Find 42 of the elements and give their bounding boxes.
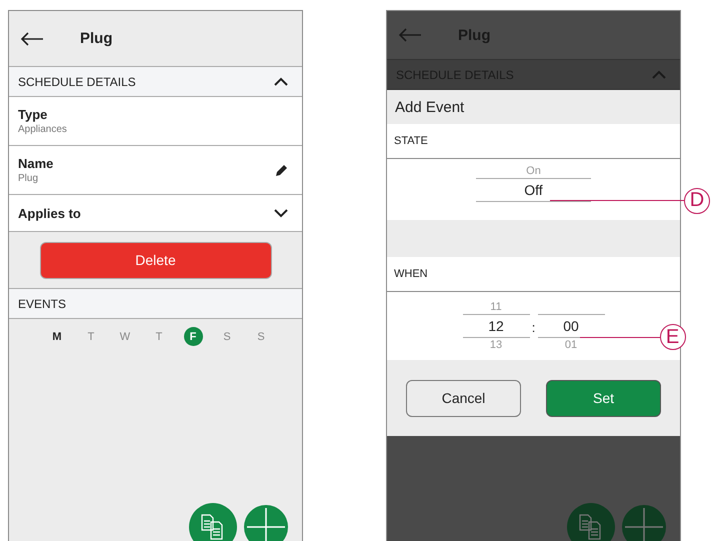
field-label: Applies to [18, 206, 81, 220]
detail-row[interactable]: Type Appliances [9, 97, 302, 146]
plus-icon [625, 508, 663, 541]
section-bar[interactable]: SCHEDULE DETAILS [9, 67, 302, 97]
weekday[interactable]: W [116, 327, 134, 346]
chevron-up-icon[interactable] [274, 77, 288, 86]
time-separator: : [530, 318, 536, 334]
picker-option[interactable]: 11 [490, 300, 502, 314]
callout-marker: E [660, 324, 686, 350]
field-label: WHEN [394, 268, 428, 280]
field-value: Plug [18, 173, 40, 184]
picker-selection[interactable]: 12 [462, 314, 530, 338]
field-label: STATE [394, 135, 428, 147]
weekday[interactable]: M [48, 327, 66, 346]
dialog-title: Add Event [395, 98, 464, 116]
copy-button[interactable] [189, 503, 237, 541]
weekday[interactable]: T [82, 327, 100, 346]
field-label: Type [18, 107, 48, 122]
add-button[interactable] [244, 505, 288, 541]
detail-row[interactable]: Applies to [9, 195, 302, 232]
screen-title: Plug [80, 30, 112, 47]
picker-option[interactable]: 13 [490, 338, 502, 352]
callout-marker: D [684, 188, 710, 214]
weekday[interactable]: S [252, 327, 270, 346]
detail-row[interactable]: Name Plug [9, 146, 302, 195]
section-title: EVENTS [18, 296, 66, 310]
weekday[interactable]: T [150, 327, 168, 346]
add-button[interactable] [622, 505, 666, 541]
delete-button[interactable]: Delete [40, 242, 272, 278]
pencil-icon[interactable] [275, 164, 288, 176]
back-arrow-icon[interactable] [20, 32, 44, 46]
set-button[interactable]: Set [546, 380, 661, 416]
field-label: Name [18, 156, 54, 171]
picker-option[interactable]: 01 [564, 338, 578, 352]
chevron-down-icon[interactable] [274, 208, 288, 218]
weekday[interactable]: S [218, 327, 236, 346]
picker-option[interactable]: On [526, 164, 541, 178]
section-title: SCHEDULE DETAILS [18, 74, 136, 88]
plus-icon [247, 508, 285, 541]
copy-button[interactable] [567, 503, 615, 541]
weekday[interactable]: F [184, 327, 202, 346]
cancel-button[interactable]: Cancel [406, 380, 521, 416]
